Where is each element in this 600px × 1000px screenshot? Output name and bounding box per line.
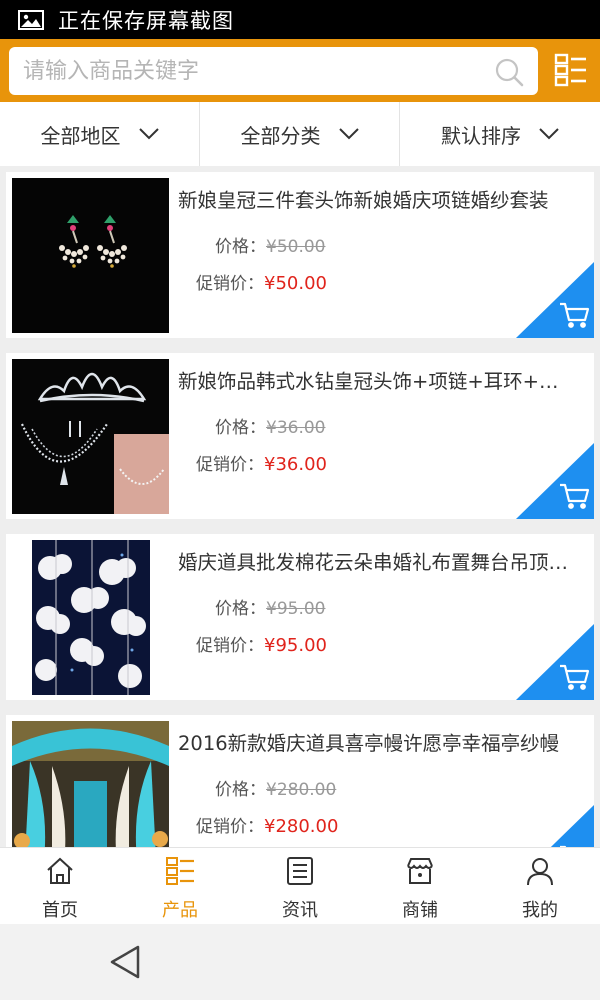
nav-home-label: 首页	[42, 900, 78, 921]
promo-row: 促销价：¥95.00	[196, 631, 327, 656]
filter-region[interactable]: 全部地区	[0, 102, 200, 166]
promo-label: 促销价：	[196, 817, 264, 837]
product-image[interactable]	[12, 540, 169, 695]
filter-sort-label: 默认排序	[441, 123, 521, 148]
price-label: 价格：	[215, 418, 266, 438]
nav-news-label: 资讯	[282, 900, 318, 921]
product-title[interactable]: 新娘皇冠三件套头饰新娘婚庆项链婚纱套装	[178, 184, 578, 213]
promo-row: 促销价：¥50.00	[196, 269, 327, 294]
product-image[interactable]	[12, 178, 169, 333]
product-image[interactable]	[12, 721, 169, 847]
original-price: ¥280.00	[266, 780, 337, 800]
nav-products[interactable]: 产品	[120, 848, 240, 925]
system-nav-bar	[0, 924, 600, 1000]
search-icon[interactable]	[494, 57, 524, 87]
product-card[interactable]: 新娘皇冠三件套头饰新娘婚庆项链婚纱套装 价格：¥50.00 促销价：¥50.00	[6, 172, 594, 338]
nav-news[interactable]: 资讯	[240, 848, 360, 925]
bottom-nav: 首页 产品 资讯 商铺 我的	[0, 847, 600, 924]
product-card[interactable]: 婚庆道具批发棉花云朵串婚礼布置舞台吊顶装饰 价格：¥95.00 促销价：¥95.…	[6, 534, 594, 700]
promo-label: 促销价：	[196, 636, 264, 656]
search-header	[0, 39, 600, 102]
promo-price: ¥280.00	[264, 816, 339, 837]
store-icon	[407, 858, 433, 884]
status-text: 正在保存屏幕截图	[58, 8, 234, 33]
screenshot-image-icon	[18, 9, 44, 30]
original-price: ¥95.00	[266, 599, 326, 619]
product-card[interactable]: 新娘饰品韩式水钻皇冠头饰+项链+耳环+三件套 价格：¥36.00 促销价：¥36…	[6, 353, 594, 519]
original-price: ¥36.00	[266, 418, 326, 438]
search-box	[9, 47, 538, 95]
promo-price: ¥95.00	[264, 635, 327, 656]
price-label: 价格：	[215, 237, 266, 257]
price-row: 价格：¥36.00	[215, 413, 325, 438]
filter-category[interactable]: 全部分类	[200, 102, 400, 166]
product-title[interactable]: 新娘饰品韩式水钻皇冠头饰+项链+耳环+三件套	[178, 365, 578, 394]
promo-label: 促销价：	[196, 455, 264, 475]
chevron-down-icon	[539, 128, 559, 140]
price-label: 价格：	[215, 780, 266, 800]
price-row: 价格：¥280.00	[215, 775, 336, 800]
chevron-down-icon	[138, 128, 159, 140]
nav-store-label: 商铺	[402, 900, 438, 921]
filter-category-label: 全部分类	[240, 123, 321, 148]
add-to-cart-button[interactable]	[516, 262, 594, 338]
chevron-down-icon	[338, 128, 359, 140]
status-bar: 正在保存屏幕截图	[0, 0, 600, 39]
filter-sort[interactable]: 默认排序	[400, 102, 600, 166]
filter-region-label: 全部地区	[40, 123, 121, 148]
category-menu-icon[interactable]	[554, 53, 588, 87]
nav-me-label: 我的	[522, 900, 558, 921]
product-title[interactable]: 婚庆道具批发棉花云朵串婚礼布置舞台吊顶装饰	[178, 546, 578, 575]
promo-row: 促销价：¥36.00	[196, 450, 327, 475]
product-list: 新娘皇冠三件套头饰新娘婚庆项链婚纱套装 价格：¥50.00 促销价：¥50.00	[0, 166, 600, 847]
add-to-cart-button[interactable]	[516, 805, 594, 847]
promo-label: 促销价：	[196, 274, 264, 294]
nav-products-label: 产品	[162, 900, 198, 921]
original-price: ¥50.00	[266, 237, 326, 257]
product-image[interactable]	[12, 359, 169, 514]
add-to-cart-button[interactable]	[516, 443, 594, 519]
search-input[interactable]	[23, 53, 483, 89]
nav-store[interactable]: 商铺	[360, 848, 480, 925]
product-card[interactable]: 2016新款婚庆道具喜亭幔许愿亭幸福亭纱幔 价格：¥280.00 促销价：¥28…	[6, 715, 594, 847]
price-row: 价格：¥50.00	[215, 232, 325, 257]
nav-home[interactable]: 首页	[0, 848, 120, 925]
news-icon	[287, 857, 313, 885]
promo-price: ¥50.00	[264, 273, 327, 294]
price-label: 价格：	[215, 599, 266, 619]
filter-bar: 全部地区 全部分类 默认排序	[0, 102, 600, 166]
add-to-cart-button[interactable]	[516, 624, 594, 700]
product-list-icon	[166, 857, 194, 885]
promo-price: ¥36.00	[264, 454, 327, 475]
price-row: 价格：¥95.00	[215, 594, 325, 619]
promo-row: 促销价：¥280.00	[196, 812, 338, 837]
product-title[interactable]: 2016新款婚庆道具喜亭幔许愿亭幸福亭纱幔	[178, 727, 578, 756]
nav-me[interactable]: 我的	[480, 848, 600, 925]
back-triangle-icon[interactable]	[108, 944, 142, 980]
home-icon	[47, 857, 73, 884]
user-icon	[527, 858, 553, 886]
